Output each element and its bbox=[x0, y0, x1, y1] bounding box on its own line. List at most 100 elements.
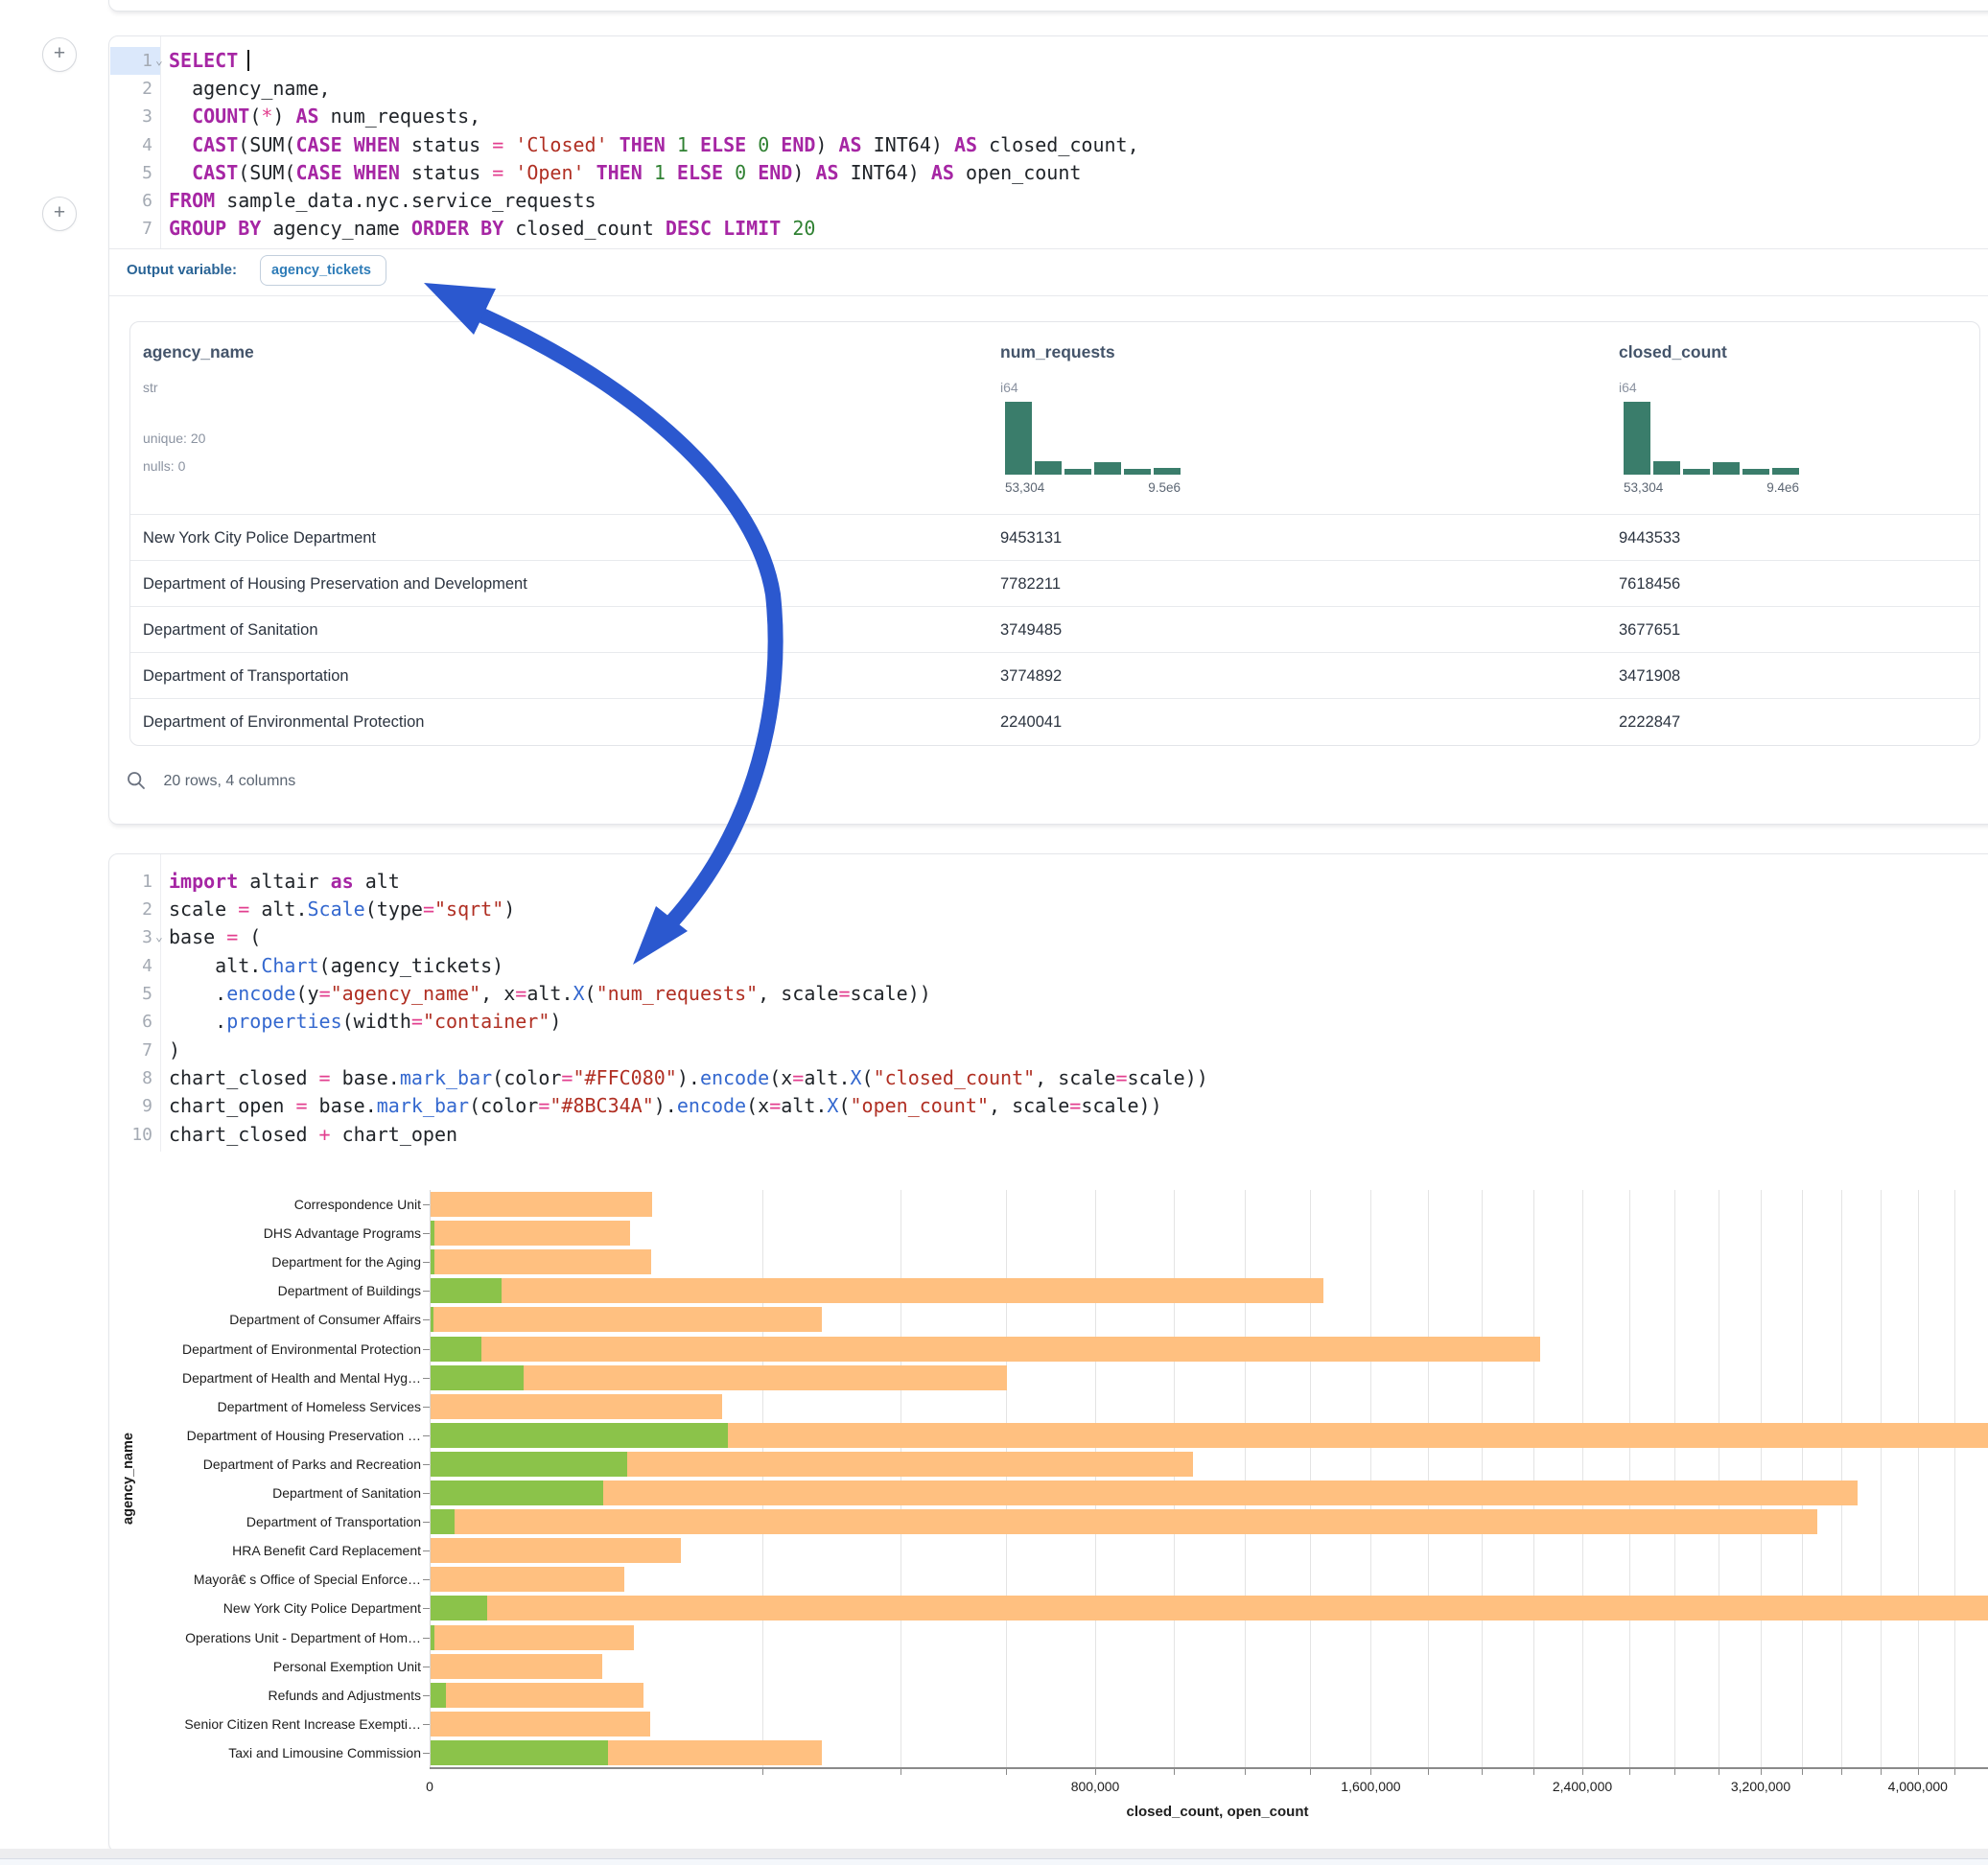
code-token: (x bbox=[769, 1066, 792, 1089]
bar-closed_count bbox=[431, 1509, 1817, 1534]
bar-closed_count bbox=[431, 1278, 1323, 1303]
code-token: 1 bbox=[654, 161, 666, 184]
code-token: scale)) bbox=[1128, 1066, 1208, 1089]
histogram-bar bbox=[1124, 469, 1151, 475]
code-line[interactable]: 5 .encode(y="agency_name", x=alt.X("num_… bbox=[109, 980, 1988, 1008]
column-header[interactable]: closed_count bbox=[1619, 342, 1727, 362]
code-line[interactable]: 10chart_closed + chart_open bbox=[109, 1121, 1988, 1149]
code-line[interactable]: 2scale = alt.Scale(type="sqrt") bbox=[109, 896, 1988, 923]
y-axis-label: Department of Health and Mental Hyg… bbox=[109, 1371, 421, 1385]
code-token: = bbox=[561, 1066, 573, 1089]
y-axis-label: Department for the Aging bbox=[109, 1255, 421, 1269]
x-axis-tick bbox=[1841, 1769, 1842, 1775]
line-number: 7 bbox=[109, 215, 152, 243]
code-line[interactable]: 2 agency_name, bbox=[109, 75, 1988, 103]
code-token: , x bbox=[480, 982, 515, 1005]
code-line[interactable]: 7) bbox=[109, 1037, 1988, 1064]
y-axis-label: New York City Police Department bbox=[109, 1601, 421, 1615]
code-token: = bbox=[492, 161, 503, 184]
code-line[interactable]: 8chart_closed = base.mark_bar(color="#FF… bbox=[109, 1064, 1988, 1092]
code-token: . bbox=[169, 1010, 226, 1033]
histogram-bar bbox=[1653, 461, 1680, 475]
table-row-count: 20 rows, 4 columns bbox=[163, 773, 295, 789]
code-line[interactable]: 6FROM sample_data.nyc.service_requests bbox=[109, 187, 1988, 215]
bar-closed_count bbox=[431, 1221, 630, 1246]
code-token bbox=[746, 161, 758, 184]
code-token: ( bbox=[838, 1094, 850, 1117]
gridline bbox=[1629, 1190, 1630, 1767]
y-axis-tick bbox=[423, 1204, 430, 1205]
y-axis-tick bbox=[423, 1378, 430, 1379]
add-cell-button-mid[interactable]: + bbox=[42, 197, 77, 231]
code-token: base. bbox=[308, 1094, 377, 1117]
table-cell: 9443533 bbox=[1619, 515, 1680, 561]
y-axis-tick bbox=[423, 1579, 430, 1580]
code-token: THEN bbox=[596, 161, 643, 184]
code-token: (SUM( bbox=[238, 133, 295, 156]
bar-closed_count bbox=[431, 1538, 681, 1563]
column-header[interactable]: num_requests bbox=[1000, 342, 1115, 362]
code-token: AS bbox=[839, 133, 862, 156]
bar-open_count bbox=[431, 1221, 434, 1246]
bar-closed_count bbox=[431, 1480, 1858, 1505]
code-line[interactable]: 5 CAST(SUM(CASE WHEN status = 'Open' THE… bbox=[109, 159, 1988, 187]
sql-code-editor[interactable]: 1⌄SELECT2 agency_name,3 COUNT(*) AS num_… bbox=[109, 36, 1988, 248]
code-token: num_requests, bbox=[319, 105, 481, 128]
code-line[interactable]: 4 alt.Chart(agency_tickets) bbox=[109, 952, 1988, 980]
code-line[interactable]: 1⌄SELECT bbox=[109, 47, 1988, 75]
gridline bbox=[1841, 1190, 1842, 1767]
code-token: scale bbox=[169, 898, 238, 921]
gridline bbox=[1582, 1190, 1583, 1767]
gridline bbox=[1918, 1190, 1919, 1767]
column-type: str bbox=[143, 380, 158, 395]
y-axis-tick bbox=[423, 1608, 430, 1609]
x-axis-tick bbox=[1881, 1769, 1882, 1775]
code-line[interactable]: 7 GROUP BY agency_name ORDER BY closed_co… bbox=[109, 215, 1988, 243]
bar-closed_count bbox=[431, 1192, 652, 1217]
line-number: 9 bbox=[109, 1092, 152, 1120]
output-variable-pill[interactable]: agency_tickets bbox=[260, 255, 386, 286]
column-histogram bbox=[1624, 402, 1799, 475]
code-token: , scale bbox=[1035, 1066, 1115, 1089]
code-token: ). bbox=[677, 1066, 700, 1089]
code-token: INT64) bbox=[862, 133, 954, 156]
chart-x-axis-title: closed_count, open_count bbox=[430, 1804, 1988, 1820]
x-axis-tick-label: 2,400,000 bbox=[1553, 1779, 1612, 1794]
histogram-min-label: 53,304 bbox=[1005, 480, 1044, 495]
code-token: = bbox=[295, 1094, 307, 1117]
code-text: alt.Chart(agency_tickets) bbox=[169, 952, 503, 980]
bar-open_count bbox=[431, 1278, 502, 1303]
code-token: ( bbox=[249, 105, 261, 128]
x-axis-tick bbox=[1428, 1769, 1429, 1775]
chevron-down-icon[interactable]: ⌄ bbox=[155, 47, 163, 75]
gridline bbox=[1802, 1190, 1803, 1767]
code-line[interactable]: 1import altair as alt bbox=[109, 868, 1988, 896]
x-axis-tick bbox=[1482, 1769, 1483, 1775]
python-code-editor[interactable]: 1import altair as alt2scale = alt.Scale(… bbox=[109, 854, 1988, 1152]
code-line[interactable]: 3⌄base = ( bbox=[109, 923, 1988, 951]
line-number: 7 bbox=[109, 1037, 152, 1064]
code-line[interactable]: 9chart_open = base.mark_bar(color="#8BC3… bbox=[109, 1092, 1988, 1120]
y-axis-label: Department of Environmental Protection bbox=[109, 1342, 421, 1356]
code-line[interactable]: 3 COUNT(*) AS num_requests, bbox=[109, 103, 1988, 130]
code-token: "container" bbox=[423, 1010, 550, 1033]
code-token: alt bbox=[354, 870, 400, 893]
y-axis-label: Personal Exemption Unit bbox=[109, 1660, 421, 1673]
bar-open_count bbox=[431, 1509, 455, 1534]
code-token: WHEN bbox=[354, 161, 400, 184]
column-header[interactable]: agency_name bbox=[143, 342, 254, 362]
code-line[interactable]: 4 CAST(SUM(CASE WHEN status = 'Closed' T… bbox=[109, 131, 1988, 159]
table-row: New York City Police Department945313194… bbox=[130, 514, 1979, 561]
add-cell-button-top[interactable]: + bbox=[42, 37, 77, 72]
code-line[interactable]: 6 .properties(width="container") bbox=[109, 1008, 1988, 1036]
line-number: 1 bbox=[109, 868, 152, 896]
x-axis-tick bbox=[1174, 1769, 1175, 1775]
chevron-down-icon[interactable]: ⌄ bbox=[155, 923, 163, 951]
code-token: = bbox=[411, 1010, 423, 1033]
code-text: chart_closed = base.mark_bar(color="#FFC… bbox=[169, 1064, 1208, 1092]
line-number: 4 bbox=[109, 952, 152, 980]
search-icon[interactable] bbox=[127, 767, 146, 805]
code-text: GROUP BY agency_name ORDER BY closed_cou… bbox=[169, 215, 815, 243]
previous-cell-edge bbox=[108, 0, 1988, 12]
code-token: ) bbox=[815, 133, 838, 156]
